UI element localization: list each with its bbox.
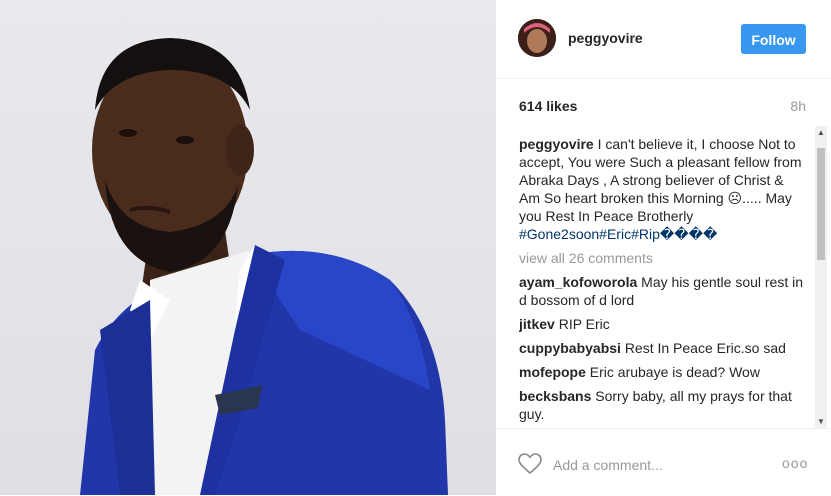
view-all-comments-link[interactable]: view all 26 comments: [519, 249, 804, 267]
comment-username[interactable]: ayam_kofoworola: [519, 274, 637, 290]
post-time[interactable]: 8h: [790, 98, 806, 114]
avatar-image: [518, 19, 556, 57]
post-footer: Add a comment... ooo: [496, 428, 831, 496]
comment-username[interactable]: cuppybabyabsi: [519, 340, 621, 356]
username-link[interactable]: peggyovire: [568, 30, 643, 46]
scroll-down-arrow-icon[interactable]: ▼: [817, 417, 825, 426]
scroll-up-arrow-icon[interactable]: ▲: [817, 128, 825, 137]
heart-icon[interactable]: [518, 453, 542, 475]
post-header: peggyovire Follow: [496, 0, 831, 79]
caption-tail: ����: [659, 226, 718, 242]
caption: peggyovire I can't believe it, I choose …: [519, 135, 804, 243]
man-in-blue-suit-image: [80, 38, 448, 495]
comment: becksbans Sorry baby, all my prays for t…: [519, 387, 804, 423]
scrollbar-thumb[interactable]: [817, 148, 825, 260]
comment: jitkev RIP Eric: [519, 315, 804, 333]
comment-username[interactable]: mofepope: [519, 364, 586, 380]
post-photo[interactable]: [0, 0, 496, 495]
comment-text: Eric arubaye is dead? Wow: [589, 364, 760, 380]
comments-scrollbar[interactable]: ▲ ▼: [815, 126, 827, 428]
comment: ayam_kofoworola May his gentle soul rest…: [519, 273, 804, 309]
comment: mofepope Eric arubaye is dead? Wow: [519, 363, 804, 381]
add-comment-input[interactable]: Add a comment...: [553, 457, 663, 473]
comment: cuppybabyabsi Rest In Peace Eric.so sad: [519, 339, 804, 357]
comments-list: peggyovire I can't believe it, I choose …: [519, 135, 804, 427]
comment-text: Rest In Peace Eric.so sad: [624, 340, 786, 356]
post-side-panel: peggyovire Follow 614 likes 8h peggyovir…: [496, 0, 831, 495]
caption-username[interactable]: peggyovire: [519, 136, 594, 152]
comment-username[interactable]: becksbans: [519, 388, 591, 404]
comment-text: RIP Eric: [558, 316, 610, 332]
comment-username[interactable]: jitkev: [519, 316, 555, 332]
follow-button[interactable]: Follow: [741, 24, 806, 54]
avatar[interactable]: [518, 19, 556, 57]
more-options-icon[interactable]: ooo: [782, 455, 808, 471]
hashtag-link[interactable]: #Gone2soon#Eric#Rip: [519, 226, 660, 242]
likes-count[interactable]: 614 likes: [519, 98, 577, 114]
